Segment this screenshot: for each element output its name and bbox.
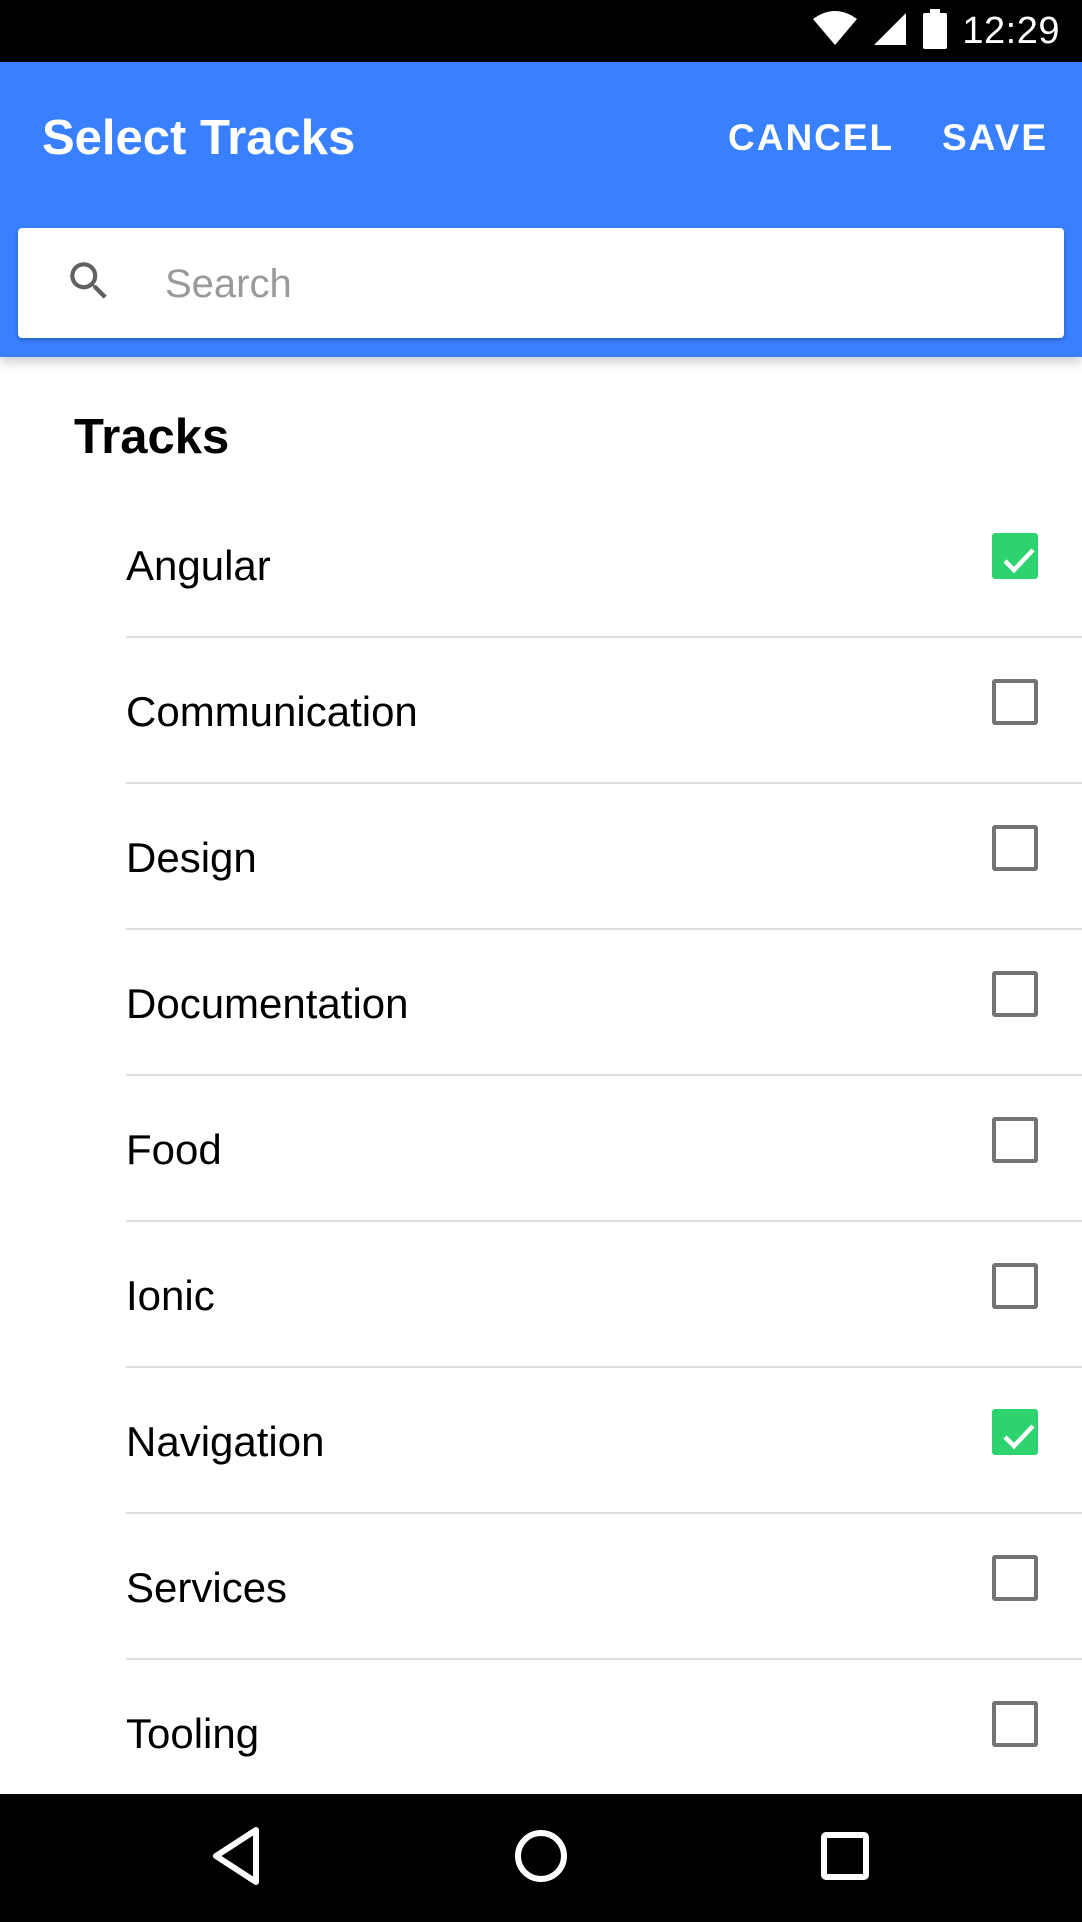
list-item-navigation[interactable]: Navigation	[126, 1368, 1082, 1514]
track-label: Design	[126, 834, 257, 881]
checkbox[interactable]	[992, 1117, 1038, 1163]
list-item-communication[interactable]: Communication	[126, 638, 1082, 784]
save-button[interactable]: SAVE	[942, 117, 1048, 159]
back-icon[interactable]	[210, 1824, 262, 1893]
list-item-services[interactable]: Services	[126, 1514, 1082, 1660]
cancel-button[interactable]: CANCEL	[728, 117, 894, 159]
wifi-icon	[812, 10, 858, 52]
track-label: Ionic	[126, 1272, 215, 1319]
checkbox[interactable]	[992, 825, 1038, 871]
checkbox[interactable]	[992, 679, 1038, 725]
list-item-documentation[interactable]: Documentation	[126, 930, 1082, 1076]
header-toolbar: Select Tracks CANCEL SAVE	[0, 62, 1082, 357]
track-label: Food	[126, 1126, 222, 1173]
content: Tracks Angular Communication Design Docu…	[0, 357, 1082, 1794]
track-label: Documentation	[126, 980, 409, 1027]
recents-icon[interactable]	[815, 1824, 875, 1893]
track-label: Services	[126, 1564, 288, 1611]
list-item-angular[interactable]: Angular	[126, 492, 1082, 638]
list-item-ionic[interactable]: Ionic	[126, 1222, 1082, 1368]
checkmark-icon	[1003, 1424, 1035, 1450]
checkbox[interactable]	[992, 1701, 1038, 1747]
track-label: Navigation	[126, 1418, 325, 1465]
list-item-food[interactable]: Food	[126, 1076, 1082, 1222]
status-bar: 12:29	[0, 0, 1082, 62]
checkbox[interactable]	[992, 1409, 1038, 1455]
status-icons: 12:29	[812, 0, 1060, 62]
status-time: 12:29	[962, 9, 1060, 52]
checkbox[interactable]	[992, 533, 1038, 579]
checkbox[interactable]	[992, 1555, 1038, 1601]
checkbox[interactable]	[992, 971, 1038, 1017]
track-label: Communication	[126, 688, 418, 735]
track-label: Tooling	[126, 1710, 260, 1757]
signal-icon	[872, 11, 908, 52]
list-item-design[interactable]: Design	[126, 784, 1082, 930]
searchbar[interactable]	[18, 228, 1064, 338]
system-nav-bar	[0, 1794, 1082, 1922]
list-item-tooling[interactable]: Tooling	[126, 1660, 1082, 1794]
page-title: Select Tracks	[42, 111, 356, 165]
home-icon[interactable]	[511, 1824, 571, 1893]
search-input[interactable]	[163, 248, 1027, 320]
track-label: Angular	[126, 542, 271, 589]
list-header: Tracks	[74, 410, 230, 464]
checkmark-icon	[1003, 548, 1035, 574]
track-list: Angular Communication Design Documentati…	[0, 492, 1082, 1794]
checkbox[interactable]	[992, 1263, 1038, 1309]
search-icon	[64, 256, 114, 311]
battery-icon	[922, 8, 948, 54]
